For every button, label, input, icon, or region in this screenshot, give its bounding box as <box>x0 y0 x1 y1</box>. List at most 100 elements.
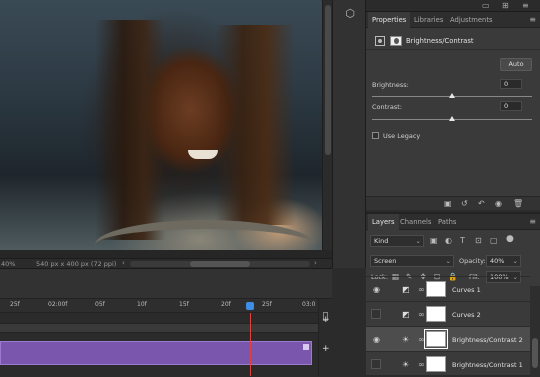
clip-end-handle[interactable] <box>303 344 309 350</box>
properties-menu-icon[interactable]: ≡ <box>529 15 536 24</box>
brightness-slider-thumb[interactable] <box>449 93 455 98</box>
type-filter-icon[interactable]: T <box>460 236 465 245</box>
visibility-icon[interactable]: ◉ <box>495 199 502 208</box>
scrollbar-thumb[interactable] <box>325 5 331 155</box>
canvas-vertical-scrollbar[interactable] <box>322 0 332 250</box>
ruler-tick-label: 03:0 <box>302 301 316 308</box>
scroll-right-arrow-icon[interactable]: › <box>314 259 317 267</box>
eye-icon[interactable]: ◉ <box>373 335 380 344</box>
arrange-icon[interactable]: ⊞ <box>502 1 509 10</box>
view-previous-state-icon[interactable]: ↺ <box>461 199 468 208</box>
layer-row[interactable]: ◩ ∞ Curves 2 <box>366 301 530 326</box>
adjustment-filter-icon[interactable]: ◐ <box>445 236 452 245</box>
adjustment-layer-icon[interactable] <box>375 36 385 46</box>
contrast-slider-thumb[interactable] <box>449 116 455 121</box>
photo-detail <box>188 150 218 159</box>
ruler-tick-label: 02:00f <box>48 301 68 308</box>
timeline-controls <box>0 269 332 299</box>
add-media-icon[interactable]: + <box>322 344 330 354</box>
tab-adjustments[interactable]: Adjustments <box>446 12 497 28</box>
ruler-tick-label: 10f <box>137 301 147 308</box>
brightness-adjustment-icon: ☀ <box>402 335 410 344</box>
horizontal-scrollbar-thumb[interactable] <box>190 261 250 267</box>
filter-kind-select[interactable]: Kind ⌄ <box>370 235 424 247</box>
layer-row[interactable]: ☀ ∞ Brightness/Contrast 1 <box>366 351 530 376</box>
reset-icon[interactable]: ↶ <box>478 199 485 208</box>
photo-detail <box>215 25 295 225</box>
timeline-panel: 25f 02:00f 05f 10f 15f 20f 25f 03:0 + + <box>0 268 332 376</box>
opacity-value: 40% <box>490 257 505 265</box>
layer-mask-thumbnail[interactable] <box>426 306 446 322</box>
layer-mask-icon[interactable] <box>390 36 402 46</box>
shape-filter-icon[interactable]: ⊡ <box>475 236 482 245</box>
photo-image[interactable] <box>0 0 322 250</box>
video-track-clip[interactable] <box>0 341 312 365</box>
visibility-toggle[interactable] <box>371 359 381 369</box>
layer-name[interactable]: Brightness/Contrast 1 <box>452 361 523 369</box>
chevron-down-icon: ⌄ <box>445 257 451 265</box>
contrast-input[interactable]: 0 <box>500 101 522 111</box>
layer-name[interactable]: Brightness/Contrast 2 <box>452 336 523 344</box>
new-panel-icon[interactable]: ▭ <box>482 1 490 10</box>
zoom-level[interactable]: 40% <box>1 260 15 268</box>
status-bar: 40% 540 px x 400 px (72 ppi) ‹ › <box>0 258 332 268</box>
blend-mode-value: Screen <box>374 257 397 265</box>
eye-icon[interactable]: ◉ <box>373 285 380 294</box>
tab-properties[interactable]: Properties <box>368 12 411 28</box>
document-canvas[interactable] <box>0 0 332 268</box>
layer-mask-thumbnail[interactable] <box>426 356 446 372</box>
brightness-input[interactable]: 0 <box>500 79 522 89</box>
layer-mask-thumbnail[interactable] <box>424 329 448 349</box>
smart-object-filter-icon[interactable]: ▢ <box>490 236 498 245</box>
3d-cube-icon[interactable]: ⬡ <box>344 8 356 20</box>
tab-paths[interactable]: Paths <box>434 214 460 230</box>
filter-toggle-icon[interactable]: ● <box>506 234 514 244</box>
link-icon[interactable]: ∞ <box>418 335 425 344</box>
brightness-label: Brightness: <box>372 81 409 89</box>
scrollbar-thumb[interactable] <box>532 338 538 368</box>
add-media-icon[interactable]: + <box>322 315 330 325</box>
visibility-toggle[interactable] <box>371 309 381 319</box>
layer-filter-row: Kind ⌄ ▣ ◐ T ⊡ ▢ ● <box>370 234 535 247</box>
properties-tabbar: Properties Libraries Adjustments ≡ <box>366 12 540 28</box>
brightness-adjustment-icon: ☀ <box>402 360 410 369</box>
link-icon[interactable]: ∞ <box>418 285 425 294</box>
panel-menu-icon[interactable]: ≡ <box>522 1 529 10</box>
layers-scrollbar[interactable] <box>530 286 540 377</box>
auto-button[interactable]: Auto <box>500 58 532 71</box>
chevron-down-icon: ⌄ <box>415 237 421 245</box>
tab-channels[interactable]: Channels <box>396 214 435 230</box>
tab-libraries[interactable]: Libraries <box>410 12 447 28</box>
clip-to-layer-icon[interactable]: ▣ <box>444 199 452 208</box>
filter-kind-value: Kind <box>374 237 389 245</box>
panel-dock-strip: ⬡ <box>332 0 366 268</box>
layer-row[interactable]: ◉ ◩ ∞ Curves 1 <box>366 276 530 301</box>
playhead-line <box>250 313 251 376</box>
layer-name[interactable]: Curves 1 <box>452 286 481 294</box>
timeline-track-header <box>0 323 318 333</box>
opacity-input[interactable]: 40% ⌄ <box>486 255 521 267</box>
adjustment-title: Brightness/Contrast <box>406 37 474 45</box>
panel-header-icons: ▭ ⊞ ≡ <box>366 0 540 12</box>
timeline-ruler[interactable]: 25f 02:00f 05f 10f 15f 20f 25f 03:0 <box>0 299 318 313</box>
playhead-handle[interactable] <box>246 302 254 310</box>
use-legacy-checkbox[interactable] <box>372 132 379 139</box>
timeline-side-controls: + + <box>318 299 332 376</box>
ruler-tick-label: 25f <box>262 301 272 308</box>
pixel-filter-icon[interactable]: ▣ <box>430 236 438 245</box>
delete-icon[interactable]: 🗑 <box>513 199 523 208</box>
adjustment-header: Brightness/Contrast <box>366 32 540 50</box>
document-info[interactable]: 540 px x 400 px (72 ppi) <box>36 260 116 268</box>
layers-tabbar: Layers Channels Paths ≡ <box>366 214 540 230</box>
ruler-tick-label: 20f <box>221 301 231 308</box>
link-icon[interactable]: ∞ <box>418 310 425 319</box>
tab-layers[interactable]: Layers <box>368 214 399 230</box>
curves-adjustment-icon: ◩ <box>402 285 410 294</box>
link-icon[interactable]: ∞ <box>418 360 425 369</box>
scroll-left-arrow-icon[interactable]: ‹ <box>122 259 125 267</box>
layer-mask-thumbnail[interactable] <box>426 281 446 297</box>
layer-name[interactable]: Curves 2 <box>452 311 481 319</box>
layers-menu-icon[interactable]: ≡ <box>529 217 536 226</box>
layer-row-selected[interactable]: ◉ ☀ ∞ Brightness/Contrast 2 <box>366 326 530 351</box>
blend-mode-select[interactable]: Screen ⌄ <box>370 255 454 267</box>
